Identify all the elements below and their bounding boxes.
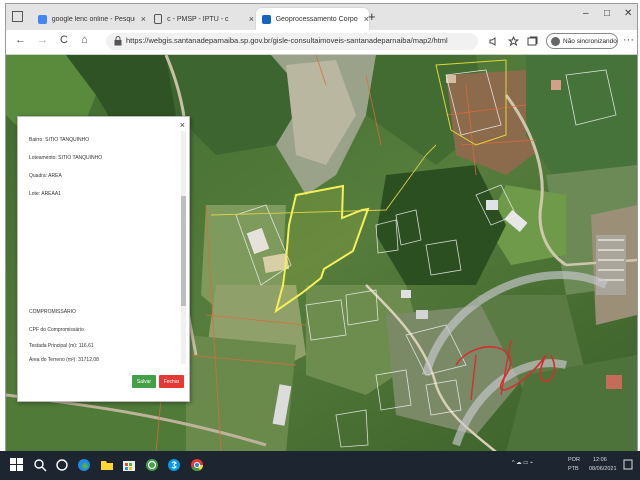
tab-label: Geoprocessamento Corporativ xyxy=(275,15,358,23)
lock-icon xyxy=(114,36,122,46)
section-compromissario: COMPROMISSÁRIO xyxy=(29,309,76,315)
whatsapp-icon[interactable] xyxy=(145,458,159,472)
page-icon xyxy=(154,14,163,24)
field-cpf-compromissario: CPF do Compromissário xyxy=(29,327,84,333)
back-button[interactable]: ← xyxy=(15,34,26,46)
store-icon[interactable] xyxy=(122,458,136,472)
windows-taskbar: ^ ☁ ▭ ⌁ POR PTB 12:06 08/06/2021 xyxy=(0,451,640,480)
panel-close-button[interactable]: × xyxy=(180,120,185,130)
field-quadra: Quadra: AREA xyxy=(29,173,62,179)
close-window-button[interactable]: ✕ xyxy=(624,8,632,19)
save-button[interactable]: Salvar xyxy=(132,375,156,388)
site-icon xyxy=(262,14,271,24)
minimize-button[interactable]: – xyxy=(583,8,589,19)
scrollbar-thumb[interactable] xyxy=(181,196,186,306)
settings-menu-button[interactable]: ··· xyxy=(623,34,634,46)
avatar xyxy=(551,36,560,46)
maximize-button[interactable]: □ xyxy=(604,8,610,19)
profile-sync-button[interactable]: Não sincronizando xyxy=(546,33,618,49)
tab-label: c - PMSP - IPTU - c xyxy=(167,15,229,23)
tab-label: google lenc online - Pesquisa G xyxy=(51,15,135,23)
folder-icon[interactable] xyxy=(100,458,114,472)
forward-button[interactable]: → xyxy=(37,34,48,46)
task-view-icon[interactable] xyxy=(55,458,69,472)
panel-scrollbar[interactable] xyxy=(181,131,186,364)
tab-iptu[interactable]: c - PMSP - IPTU - c × xyxy=(148,8,254,30)
panel-scroll-area[interactable]: Bairro: SITIO TANQUINHO Loteamento: SITI… xyxy=(22,131,186,364)
field-lote: Lote: AREAA1 xyxy=(29,191,61,197)
keyboard-language[interactable]: POR xyxy=(568,457,580,463)
clock-date[interactable]: 08/06/2021 xyxy=(589,466,617,472)
browser-window: google lenc online - Pesquisa G × c - PM… xyxy=(5,3,638,453)
address-toolbar: ← → C ⌂ https://webgis.santanadeparnaiba… xyxy=(6,30,637,55)
tab-close-icon[interactable]: × xyxy=(141,14,146,24)
field-testada-principal: Testada Principal (m): 116,61 xyxy=(29,343,94,349)
chrome-icon[interactable] xyxy=(190,458,204,472)
tab-strip: google lenc online - Pesquisa G × c - PM… xyxy=(6,4,637,30)
tab-geoprocessamento[interactable]: Geoprocessamento Corporativ × xyxy=(256,8,369,30)
url-text: https://webgis.santanadeparnaiba.sp.gov.… xyxy=(126,36,448,45)
field-bairro: Bairro: SITIO TANQUINHO xyxy=(29,137,90,143)
field-area-terreno: Área do Terreno (m²): 31712,08 xyxy=(29,357,99,363)
keyboard-layout[interactable]: PTB xyxy=(568,466,579,472)
windows-icon[interactable] xyxy=(10,458,24,472)
reload-button[interactable]: C xyxy=(60,34,68,46)
tab-close-icon[interactable]: × xyxy=(249,14,254,24)
clock-time[interactable]: 12:06 xyxy=(593,457,607,463)
address-bar[interactable]: https://webgis.santanadeparnaiba.sp.gov.… xyxy=(106,33,478,50)
sync-label: Não sincronizando xyxy=(563,37,617,45)
parcel-info-panel: × Bairro: SITIO TANQUINHO Loteamento: SI… xyxy=(17,116,190,402)
favorite-star-icon[interactable] xyxy=(508,36,519,47)
field-loteamento: Loteamento: SITIO TANQUINHO xyxy=(29,155,103,161)
skype-icon[interactable] xyxy=(167,458,181,472)
google-icon xyxy=(38,14,47,24)
close-button[interactable]: Fechar xyxy=(159,375,184,388)
search-icon[interactable] xyxy=(33,458,47,472)
new-tab-button[interactable]: + xyxy=(368,9,376,24)
notification-icon[interactable] xyxy=(623,459,633,471)
tab-google-search[interactable]: google lenc online - Pesquisa G × xyxy=(32,8,146,30)
collections-icon[interactable] xyxy=(527,36,538,47)
home-button[interactable]: ⌂ xyxy=(81,34,88,46)
tray-icons[interactable]: ^ ☁ ▭ ⌁ xyxy=(512,460,533,466)
edge-icon[interactable] xyxy=(77,458,91,472)
read-aloud-icon[interactable] xyxy=(488,36,499,47)
tab-actions-icon[interactable] xyxy=(12,11,23,22)
